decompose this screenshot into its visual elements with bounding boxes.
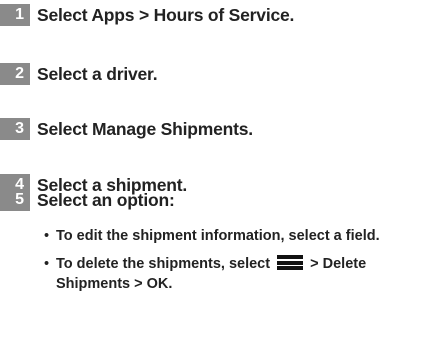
step-number-badge: 3 xyxy=(0,118,30,140)
option-delete-text-start: To delete the shipments, select xyxy=(56,256,271,272)
step-3: 3 Select Manage Shipments. xyxy=(0,117,253,141)
bullet-icon: • xyxy=(44,256,50,272)
step-number-badge: 5 xyxy=(0,189,30,211)
menu-icon xyxy=(277,255,304,270)
step-number-badge: 1 xyxy=(0,4,30,26)
bullet-icon: • xyxy=(44,228,50,244)
step-text: Select Apps > Hours of Service. xyxy=(37,4,295,25)
step-number-badge: 2 xyxy=(0,63,30,85)
step-5-row: 5 Select an option: xyxy=(0,188,175,212)
step-2: 2 Select a driver. xyxy=(0,62,158,86)
option-list: • To edit the shipment information, sele… xyxy=(44,226,434,294)
option-edit: • To edit the shipment information, sele… xyxy=(44,226,434,246)
option-delete: • To delete the shipments, select > Dele… xyxy=(44,254,434,294)
option-edit-text: To edit the shipment information, select… xyxy=(56,228,380,244)
page: { "steps": [ {"number": "1", "text": "Se… xyxy=(0,0,438,349)
step-1: 1 Select Apps > Hours of Service. xyxy=(0,3,294,27)
step-text: Select an option: xyxy=(37,189,175,210)
step-text: Select a driver. xyxy=(37,63,158,84)
step-text: Select Manage Shipments. xyxy=(37,118,253,139)
